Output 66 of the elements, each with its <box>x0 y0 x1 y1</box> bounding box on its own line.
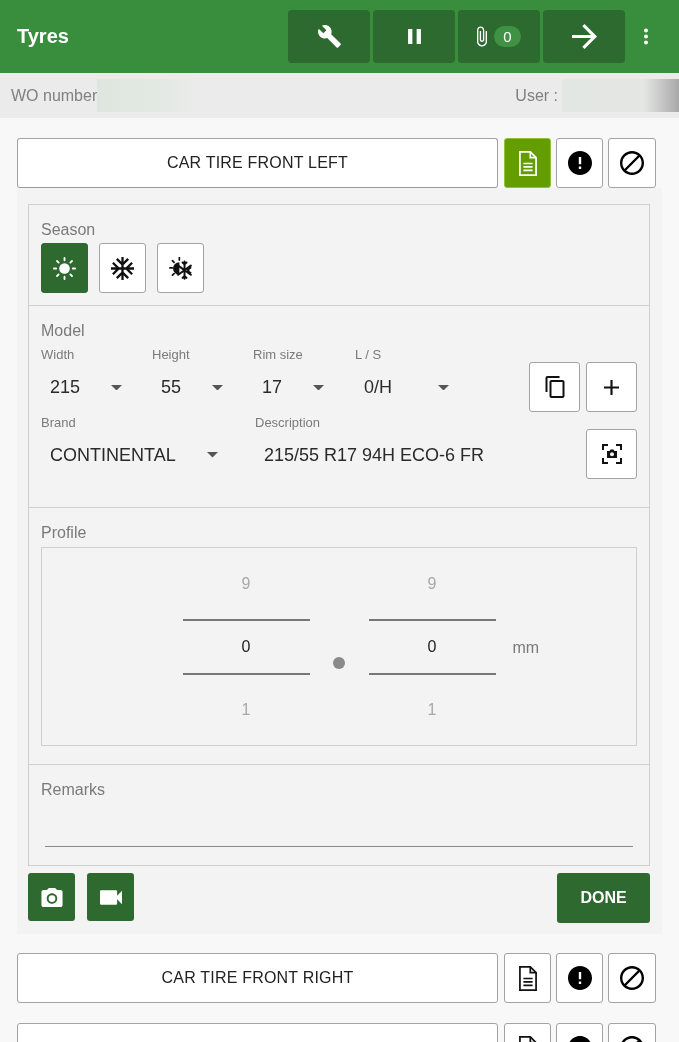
picker-value[interactable]: 0 <box>368 619 496 675</box>
dropdown[interactable]: 17 <box>253 363 327 412</box>
wrench-button[interactable] <box>288 10 370 63</box>
prohibit-button[interactable] <box>608 953 656 1003</box>
camera-icon <box>40 887 63 907</box>
tyre-position-button[interactable]: CAR TIRE FRONT LEFT <box>17 138 498 188</box>
dropdown[interactable]: 55 <box>152 363 226 412</box>
attachments-button[interactable]: 0 <box>458 10 540 63</box>
scan-camera-icon <box>601 443 622 465</box>
picker-value[interactable]: 0 <box>182 619 310 675</box>
snowflake-icon <box>111 256 134 280</box>
field-label: Brand <box>41 415 77 431</box>
field-label: Rim size <box>253 347 304 363</box>
field-label: Height <box>152 347 191 363</box>
field-label: Width <box>41 347 76 363</box>
dropdown[interactable]: 215 <box>41 363 125 412</box>
caret-icon <box>111 384 122 391</box>
more-icon <box>644 28 648 45</box>
pause-button[interactable] <box>373 10 455 63</box>
section-label: Profile <box>41 523 88 543</box>
section-label: Remarks <box>41 780 106 800</box>
prohibited-icon <box>620 966 644 990</box>
paperclip-icon <box>477 26 488 47</box>
warning-button[interactable] <box>556 953 603 1003</box>
document-icon <box>518 150 537 176</box>
season-button[interactable] <box>157 243 204 293</box>
user-label: User : <box>515 86 558 105</box>
warning-button[interactable] <box>556 138 603 188</box>
plus-icon <box>604 379 619 395</box>
decimal-dot-icon <box>333 657 345 669</box>
section-label: Season <box>41 220 97 240</box>
season-button[interactable] <box>99 243 146 293</box>
document-icon <box>518 965 537 991</box>
dropdown[interactable]: 0/H <box>355 363 452 412</box>
sun-icon <box>53 256 76 280</box>
add-button[interactable] <box>586 362 637 412</box>
video-button[interactable] <box>87 873 134 921</box>
field-label: Description <box>255 415 322 431</box>
sun-snowflake-icon <box>169 256 192 280</box>
video-camera-icon <box>99 889 122 905</box>
camera-button[interactable] <box>28 873 75 921</box>
copy-button[interactable] <box>529 362 580 412</box>
prohibited-icon <box>620 151 644 175</box>
tyre-position-button[interactable]: CAR TIRE FRONT RIGHT <box>17 953 498 1003</box>
unit-label: mm <box>512 639 540 656</box>
copy-icon <box>544 376 565 398</box>
caret-icon <box>212 384 223 391</box>
wrench-icon <box>317 25 341 48</box>
description-field[interactable]: 215/55 R17 94H ECO-6 FR <box>255 431 555 479</box>
caret-icon <box>207 452 218 458</box>
dropdown[interactable]: CONTINENTAL <box>41 431 221 479</box>
field-label: L / S <box>355 347 383 363</box>
caret-icon <box>438 384 449 391</box>
forward-button[interactable] <box>543 10 625 63</box>
wo-number-label: WO number <box>11 86 98 105</box>
note-button[interactable] <box>504 953 551 1003</box>
arrow-right-icon <box>571 24 597 49</box>
prohibit-button[interactable] <box>608 138 656 188</box>
caret-icon <box>313 384 324 391</box>
pause-icon <box>407 29 421 44</box>
screen-title: Tyres <box>17 25 69 48</box>
done-button[interactable]: DONE <box>557 873 650 923</box>
section-label: Model <box>41 321 86 341</box>
scan-button[interactable] <box>586 429 637 479</box>
count-badge: 0 <box>494 26 521 47</box>
season-button[interactable] <box>41 243 88 293</box>
